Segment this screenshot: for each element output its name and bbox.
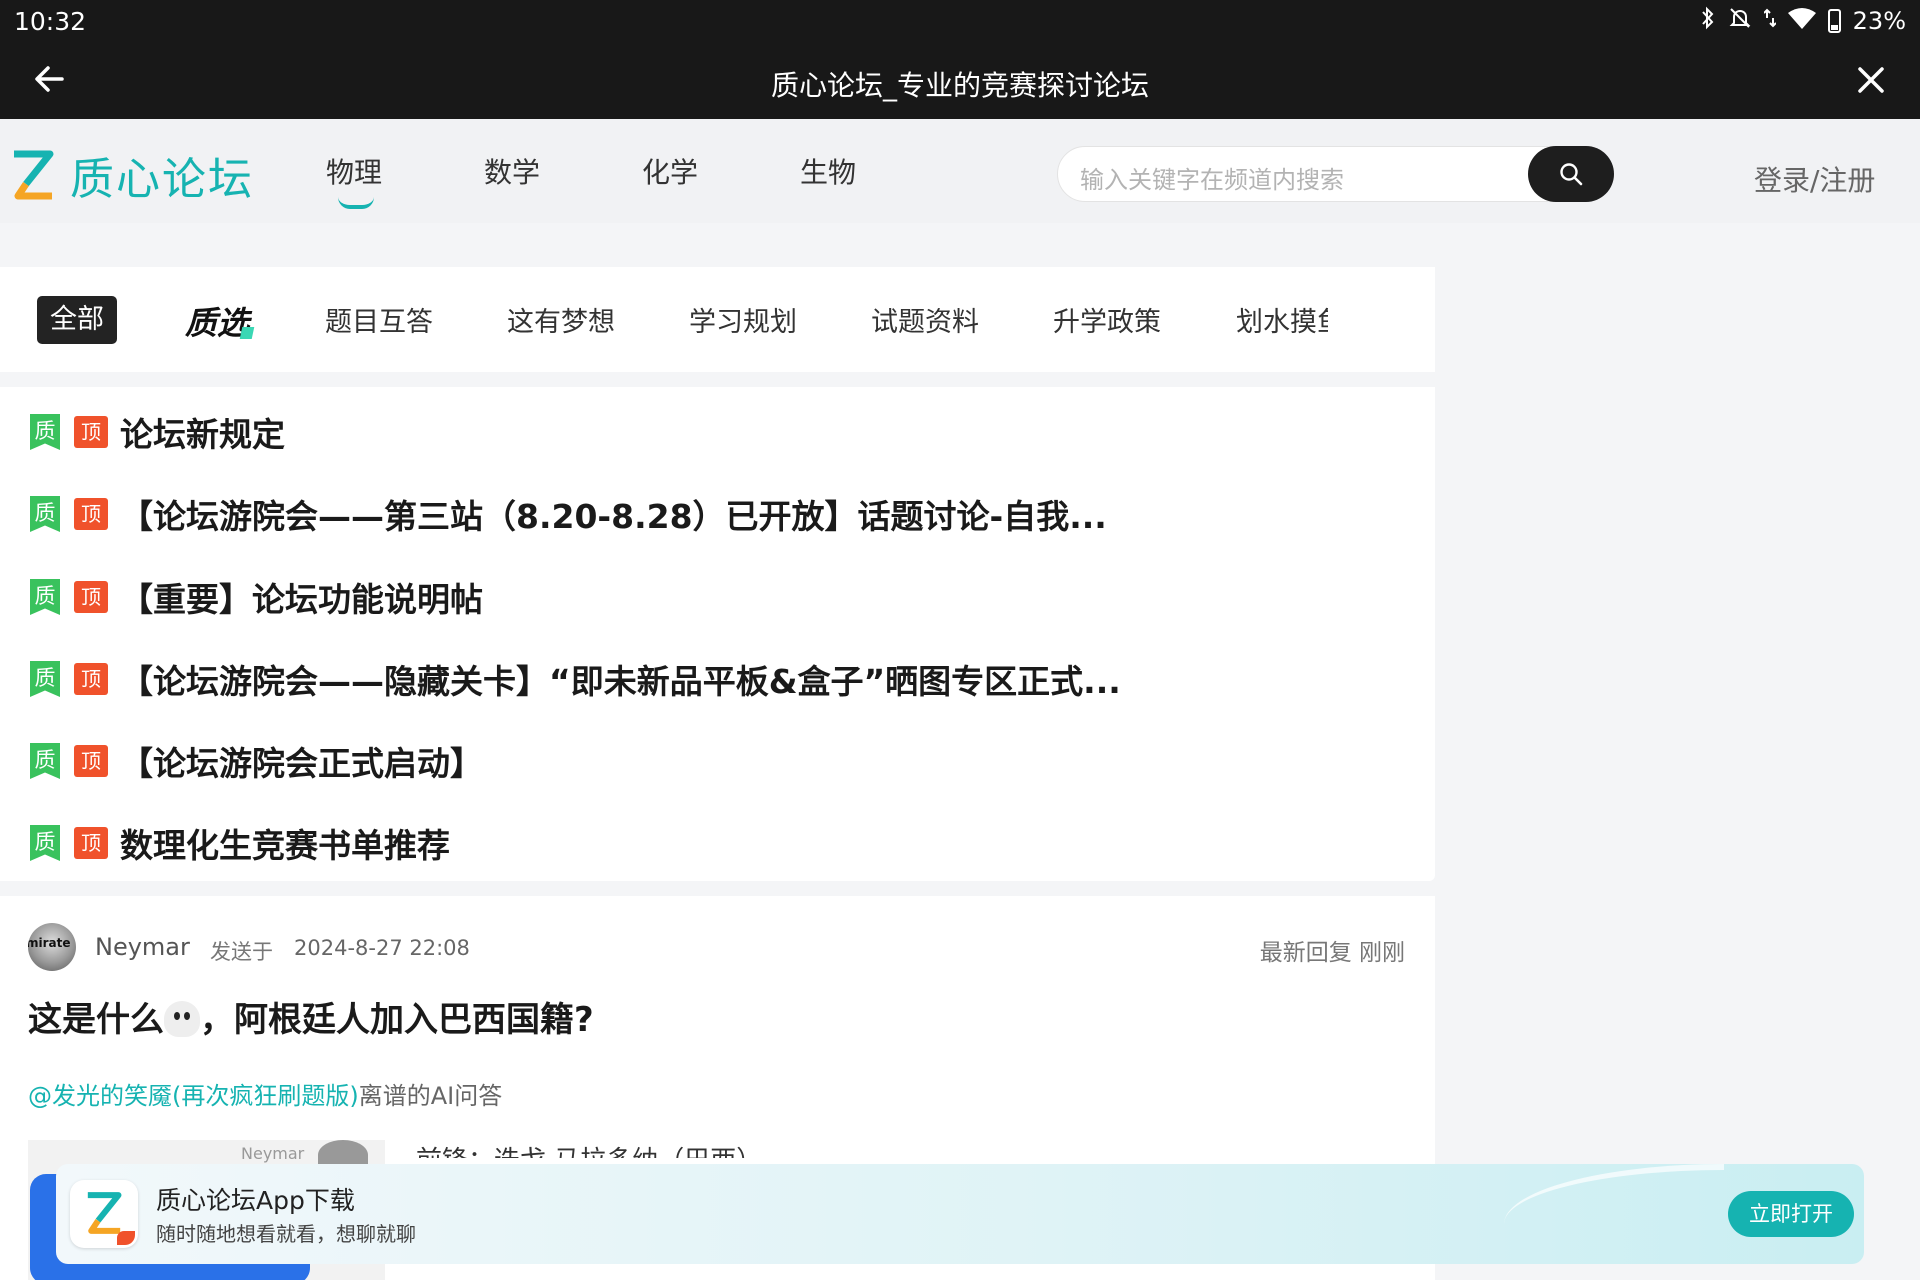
- battery-percent: 23%: [1852, 7, 1906, 35]
- excerpt-text: 离谱的AI问答: [358, 1082, 503, 1110]
- site-logo[interactable]: 质心论坛: [10, 143, 254, 207]
- search-button[interactable]: [1528, 146, 1614, 202]
- pinned-post[interactable]: 质 顶 论坛新规定: [30, 407, 285, 457]
- category-tab-off-topic[interactable]: 划水摸鱼: [1236, 300, 1328, 339]
- pinned-post-title[interactable]: 【重要】论坛功能说明帖: [120, 573, 483, 621]
- post-date: 2024-8-27 22:08: [294, 936, 470, 960]
- status-icons: 23%: [1700, 6, 1906, 36]
- search-input[interactable]: 输入关键字在频道内搜索: [1057, 146, 1614, 202]
- logo-text: 质心论坛: [70, 154, 254, 205]
- pinned-post-title[interactable]: 论坛新规定: [120, 408, 285, 456]
- category-tab-study-plan[interactable]: 学习规划: [689, 300, 797, 339]
- quality-badge: 质: [30, 414, 60, 450]
- close-icon[interactable]: [1852, 61, 1890, 99]
- pinned-post-title[interactable]: 【论坛游院会——第三站（8.20-8.28）已开放】话题讨论-自我...: [120, 490, 1107, 538]
- pinned-post-title[interactable]: 数理化生竞赛书单推荐: [120, 819, 450, 867]
- post-preview-text: 前锋：迭戈·马拉多纳（巴西）: [416, 1140, 762, 1158]
- subject-nav: 物理 数学 化学 生物: [318, 151, 950, 209]
- mute-icon: [1728, 6, 1752, 36]
- pick-accent-mark: [239, 327, 255, 339]
- browser-title-bar: 质心论坛_专业的竞赛探讨论坛: [0, 42, 1920, 119]
- banner-subtitle: 随时随地想看就看，想聊就聊: [156, 1222, 416, 1246]
- top-badge: 顶: [74, 498, 108, 530]
- bluetooth-icon: [1700, 6, 1716, 36]
- site-header: 质心论坛 物理 数学 化学 生物 输入关键字在频道内搜索 登录/注册: [0, 119, 1920, 223]
- wifi-icon: [1787, 7, 1816, 35]
- subject-tab-physics[interactable]: 物理: [318, 151, 476, 209]
- subject-tab-chemistry[interactable]: 化学: [634, 151, 792, 191]
- quality-badge: 质: [30, 496, 60, 532]
- category-tab-qa[interactable]: 题目互答: [325, 300, 433, 339]
- quality-badge: 质: [30, 579, 60, 615]
- sent-label: 发送于: [210, 940, 273, 964]
- pinned-post-title[interactable]: 【论坛游院会——隐藏关卡】“即未新品平板&盒子”晒图专区正式...: [120, 655, 1121, 703]
- login-register-link[interactable]: 登录/注册: [1754, 159, 1875, 199]
- logo-z-icon: [87, 1192, 122, 1234]
- app-icon: [70, 1180, 138, 1248]
- top-badge: 顶: [74, 745, 108, 777]
- search-icon: [1560, 163, 1583, 186]
- subject-tab-math[interactable]: 数学: [476, 151, 634, 191]
- top-badge: 顶: [74, 663, 108, 695]
- category-all-tab[interactable]: 全部: [37, 296, 117, 344]
- quality-badge: 质: [30, 825, 60, 861]
- category-tab-admission-policy[interactable]: 升学政策: [1053, 300, 1161, 339]
- pinned-posts: 质 顶 论坛新规定 质 顶 【论坛游院会——第三站（8.20-8.28）已开放】…: [0, 387, 1435, 881]
- category-tab-dreams[interactable]: 这有梦想: [507, 300, 615, 339]
- category-tabs: 全部 质选 题目互答 这有梦想 学习规划 试题资料 升学政策 划水摸鱼: [0, 267, 1435, 372]
- quality-badge: 质: [30, 661, 60, 697]
- top-badge: 顶: [74, 416, 108, 448]
- category-tab-materials[interactable]: 试题资料: [871, 300, 979, 339]
- banner-decoration: [1504, 1164, 1724, 1224]
- app-icon-tag: [117, 1231, 135, 1245]
- quality-badge: 质: [30, 743, 60, 779]
- subject-tab-biology[interactable]: 生物: [792, 151, 950, 191]
- logo-z-icon: [14, 150, 54, 200]
- top-badge: 顶: [74, 581, 108, 613]
- status-bar: 10:32 23%: [0, 0, 1920, 42]
- post-title[interactable]: 这是什么 ，阿根廷人加入巴西国籍?: [28, 992, 594, 1041]
- pinned-post[interactable]: 质 顶 【论坛游院会正式启动】: [30, 736, 483, 786]
- pinned-post[interactable]: 质 顶 【论坛游院会——隐藏关卡】“即未新品平板&盒子”晒图专区正式...: [30, 654, 1121, 704]
- banner-title: 质心论坛App下载: [156, 1186, 355, 1215]
- pinned-post-title[interactable]: 【论坛游院会正式启动】: [120, 737, 483, 785]
- open-app-button[interactable]: 立即打开: [1728, 1191, 1854, 1237]
- status-time: 10:32: [14, 7, 87, 36]
- pinned-post[interactable]: 质 顶 【重要】论坛功能说明帖: [30, 572, 483, 622]
- post-excerpt: @发光的笑魇(再次疯狂刷题版)离谱的AI问答: [28, 1076, 502, 1111]
- page-title: 质心论坛_专业的竞赛探讨论坛: [770, 69, 1149, 102]
- avatar[interactable]: mirate: [28, 923, 76, 971]
- pinned-post[interactable]: 质 顶 数理化生竞赛书单推荐: [30, 818, 450, 868]
- author-name[interactable]: Neymar: [95, 933, 190, 961]
- ghost-emoji-icon: [164, 1001, 200, 1037]
- battery-icon: [1827, 9, 1841, 33]
- user-mention-link[interactable]: @发光的笑魇(再次疯狂刷题版): [28, 1082, 359, 1110]
- post-title-start: 这是什么: [28, 1000, 164, 1040]
- app-download-banner[interactable]: 质心论坛App下载 随时随地想看就看，想聊就聊 立即打开: [56, 1164, 1864, 1264]
- latest-reply: 最新回复 刚刚: [1259, 940, 1405, 966]
- pinned-post[interactable]: 质 顶 【论坛游院会——第三站（8.20-8.28）已开放】话题讨论-自我...: [30, 489, 1107, 539]
- avatar-text: mirate: [28, 936, 71, 950]
- post-title-end: ，阿根廷人加入巴西国籍?: [200, 1000, 594, 1040]
- search-placeholder: 输入关键字在频道内搜索: [1080, 166, 1344, 194]
- thumbnail-username: Neymar: [241, 1144, 305, 1163]
- data-arrows-icon: [1762, 6, 1777, 36]
- top-badge: 顶: [74, 827, 108, 859]
